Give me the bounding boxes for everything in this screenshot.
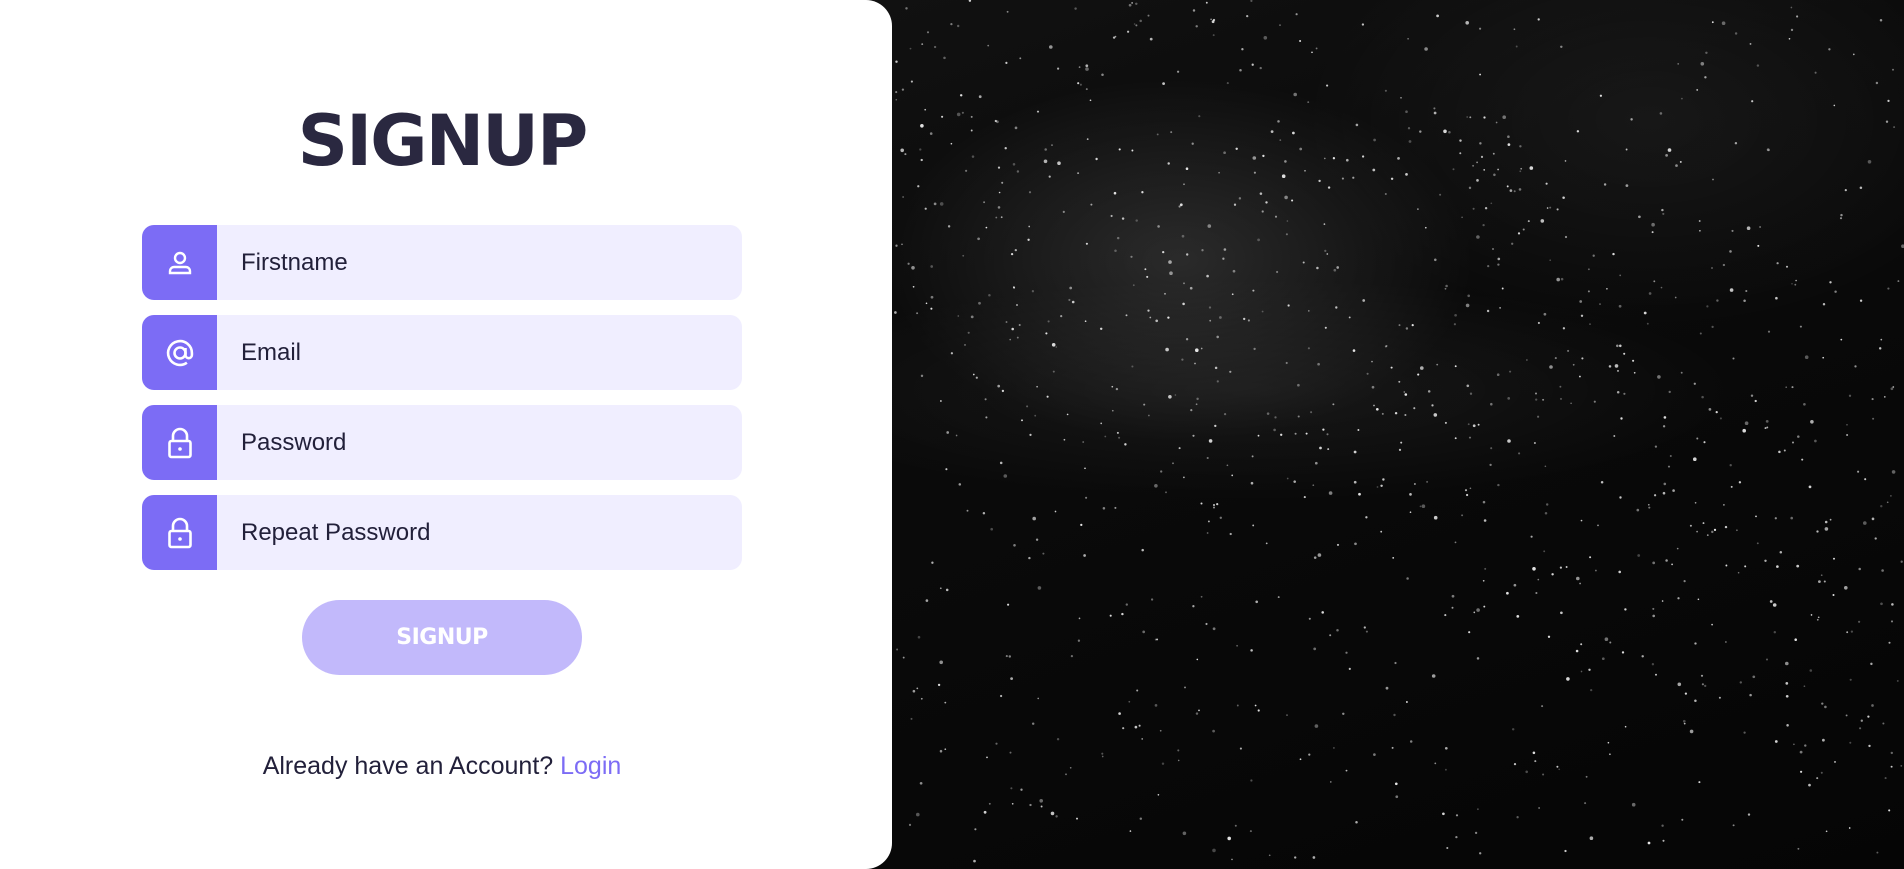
password-field[interactable]: [142, 405, 742, 480]
repeat-password-input[interactable]: [217, 495, 742, 570]
email-field[interactable]: [142, 315, 742, 390]
email-input[interactable]: [217, 315, 742, 390]
firstname-input[interactable]: [217, 225, 742, 300]
lock-icon: [142, 405, 217, 480]
firstname-field[interactable]: [142, 225, 742, 300]
signup-panel: SIGNUP Firstname Email SIGNUP Already ha…: [0, 0, 892, 869]
login-link[interactable]: Login: [560, 752, 621, 780]
login-prompt-text: Already have an Account?: [262, 752, 554, 780]
at-sign-icon: [142, 315, 217, 390]
page-title: SIGNUP: [297, 100, 589, 182]
signup-page: SIGNUP Firstname Email SIGNUP Already ha…: [0, 0, 1904, 869]
user-icon: [142, 225, 217, 300]
lock-icon: [142, 495, 217, 570]
repeat-password-field[interactable]: [142, 495, 742, 570]
password-input[interactable]: [217, 405, 742, 480]
login-prompt: Already have an Account? Login: [0, 752, 884, 781]
signup-button[interactable]: SIGNUP: [302, 600, 582, 675]
